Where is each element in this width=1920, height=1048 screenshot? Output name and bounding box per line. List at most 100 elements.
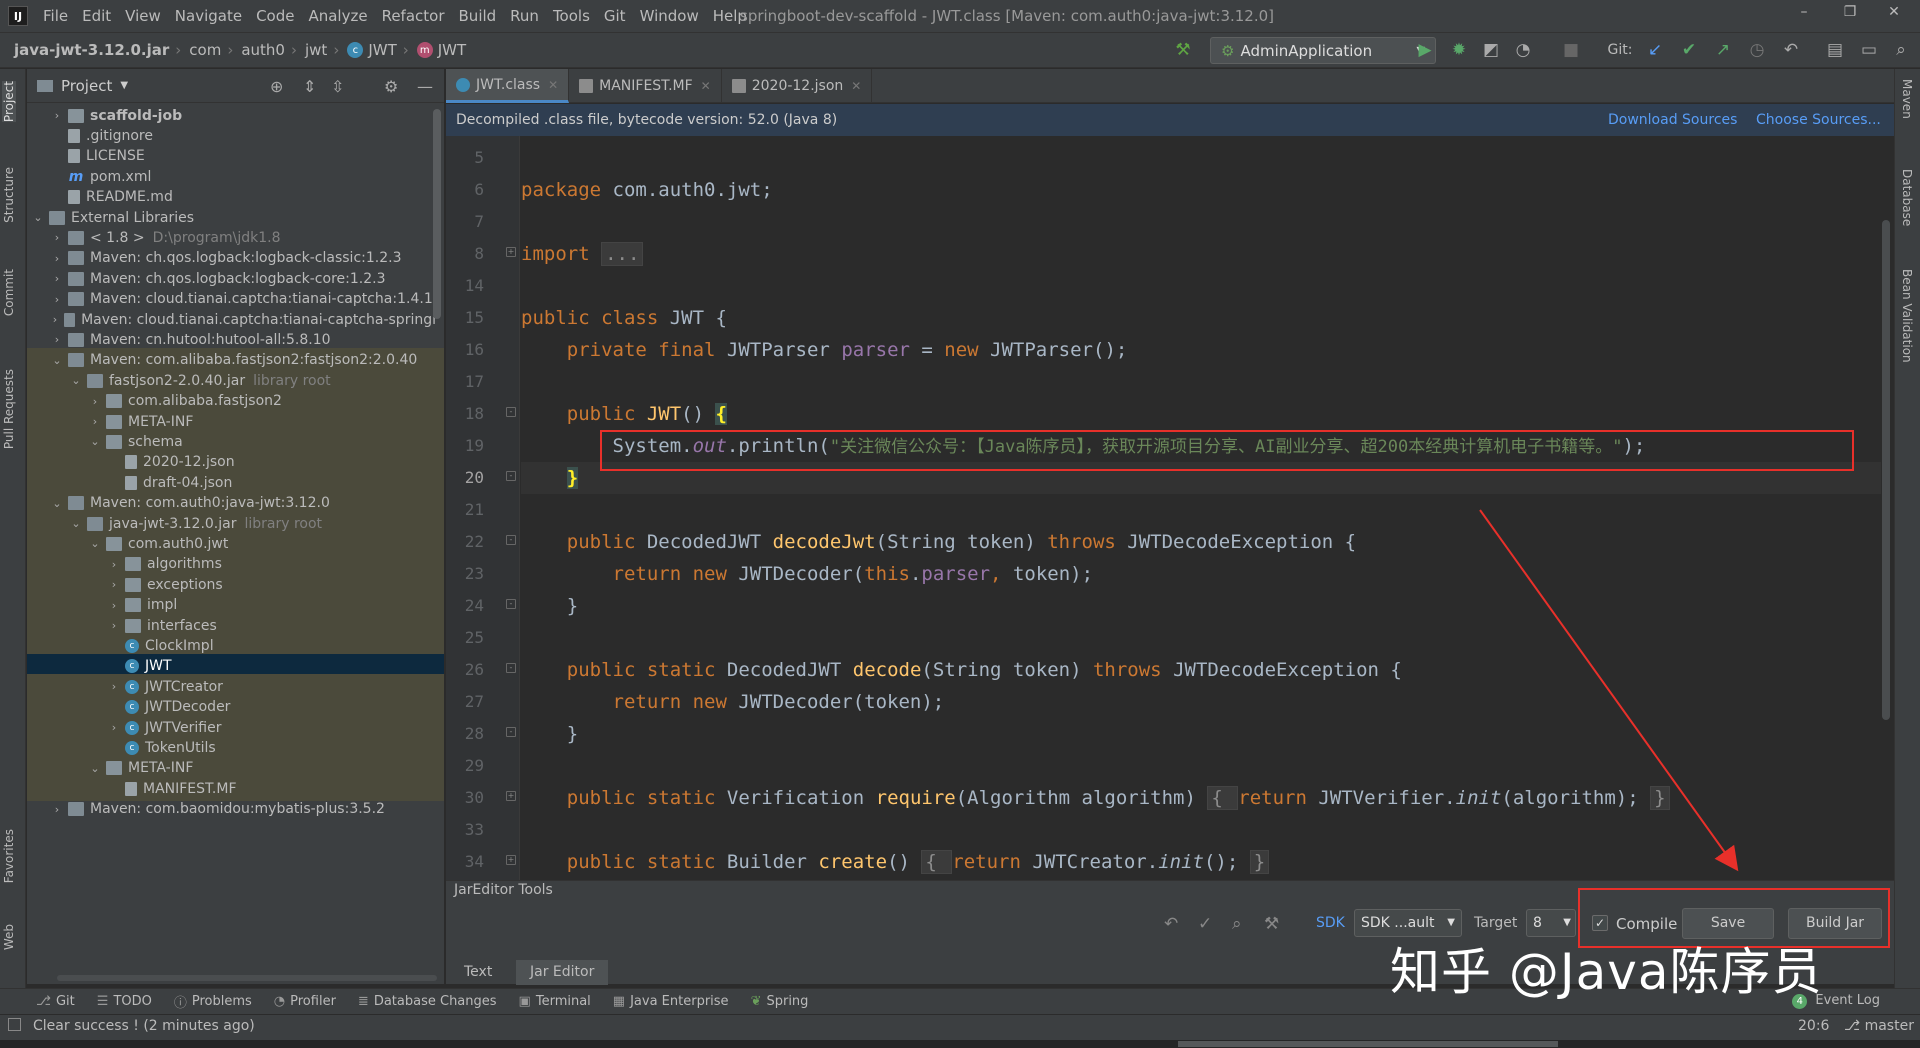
fold-marker-icon[interactable]: + — [506, 855, 516, 865]
locate-target-icon[interactable]: ⊕ — [270, 77, 283, 96]
tool-profiler[interactable]: ◔ Profiler — [274, 994, 336, 1009]
tab-structure[interactable]: Structure — [2, 167, 16, 223]
status-toggle-icon[interactable] — [8, 1018, 21, 1031]
git-update-icon[interactable]: ↙ — [1644, 39, 1666, 61]
close-window-button[interactable]: ✕ — [1874, 4, 1914, 26]
close-tab-icon[interactable]: ✕ — [701, 79, 711, 93]
chevron-right-icon[interactable]: › — [50, 252, 64, 265]
breadcrumb-jwt-class[interactable]: c JWT — [347, 41, 397, 59]
restore-button[interactable]: ❐ — [1830, 4, 1870, 26]
chevron-right-icon[interactable]: › — [50, 231, 64, 244]
tab-web[interactable]: Web — [2, 924, 16, 950]
breadcrumb-auth0[interactable]: auth0 — [241, 41, 285, 59]
fold-marker-icon[interactable]: + — [506, 247, 516, 257]
tool-database-changes[interactable]: ≣ Database Changes — [358, 994, 497, 1009]
menu-build[interactable]: Build — [452, 7, 504, 25]
breadcrumb-com[interactable]: com — [189, 41, 221, 59]
tree-horizontal-scrollbar[interactable] — [57, 975, 437, 981]
chevron-down-icon[interactable]: ⌄ — [88, 435, 102, 448]
chevron-right-icon[interactable]: › — [107, 680, 121, 693]
fold-marker-icon[interactable]: - — [506, 535, 516, 545]
menu-edit[interactable]: Edit — [75, 7, 118, 25]
chevron-right-icon[interactable]: › — [107, 721, 121, 734]
presentation-icon[interactable]: ▭ — [1858, 39, 1880, 61]
download-sources-link[interactable]: Download Sources — [1608, 112, 1737, 128]
chevron-right-icon[interactable]: › — [50, 293, 64, 306]
menu-navigate[interactable]: Navigate — [168, 7, 249, 25]
chevron-down-icon[interactable]: ⌄ — [50, 354, 64, 367]
history-icon[interactable]: ◷ — [1746, 39, 1768, 61]
fold-marker-icon[interactable]: + — [506, 791, 516, 801]
git-commit-icon[interactable]: ✔ — [1678, 39, 1700, 61]
chevron-right-icon[interactable]: › — [107, 578, 121, 591]
fold-marker-icon[interactable]: - — [506, 663, 516, 673]
menu-window[interactable]: Window — [633, 7, 706, 25]
search-icon[interactable]: ⌕ — [1890, 39, 1912, 61]
coverage-icon[interactable]: ◩ — [1480, 39, 1502, 61]
git-push-icon[interactable]: ↗ — [1712, 39, 1734, 61]
tab-maven[interactable]: Maven — [1900, 79, 1914, 119]
gear-icon[interactable]: ⚙ — [384, 77, 398, 96]
close-tab-icon[interactable]: ✕ — [548, 78, 558, 92]
git-branch-widget[interactable]: ⎇ master — [1844, 1018, 1914, 1034]
chevron-right-icon[interactable]: › — [50, 109, 64, 122]
expand-all-icon[interactable]: ⇕ — [303, 77, 316, 96]
menu-analyze[interactable]: Analyze — [301, 7, 374, 25]
tab-pull-requests[interactable]: Pull Requests — [2, 369, 16, 449]
tab-database[interactable]: Database — [1900, 169, 1914, 226]
tree-item[interactable]: › Maven: com.baomidou:mybatis-plus:3.5.2 — [27, 797, 444, 822]
tab-jwt-class[interactable]: JWT.class ✕ — [446, 69, 570, 103]
chevron-right-icon[interactable]: › — [50, 803, 64, 816]
undo-icon[interactable]: ↶ — [1164, 914, 1178, 934]
rollback-icon[interactable]: ↶ — [1780, 39, 1802, 61]
tab-commit[interactable]: Commit — [2, 269, 16, 316]
menu-code[interactable]: Code — [249, 7, 301, 25]
stop-icon[interactable]: ■ — [1560, 39, 1582, 61]
chevron-down-icon[interactable]: ⌄ — [88, 537, 102, 550]
tool-terminal[interactable]: ▣ Terminal — [519, 994, 591, 1009]
choose-sources-link[interactable]: Choose Sources... — [1756, 112, 1881, 128]
profile-icon[interactable]: ◔ — [1512, 39, 1534, 61]
tool-git[interactable]: ⎇ Git — [36, 994, 75, 1009]
menu-view[interactable]: View — [118, 7, 168, 25]
tab-2020-12-json[interactable]: 2020-12.json ✕ — [722, 69, 873, 103]
tool-java-enterprise[interactable]: ▦ Java Enterprise — [613, 994, 729, 1009]
run-icon[interactable]: ▶ — [1414, 39, 1436, 61]
chevron-down-icon[interactable]: ▼ — [120, 80, 128, 91]
fold-marker-icon[interactable]: - — [506, 407, 516, 417]
chevron-right-icon[interactable]: › — [50, 313, 60, 326]
breadcrumb-jwt-method[interactable]: m JWT — [416, 41, 466, 59]
build-tools-icon[interactable]: ⚒ — [1264, 914, 1279, 934]
close-tab-icon[interactable]: ✕ — [851, 79, 861, 93]
project-panel-title[interactable]: Project — [61, 77, 112, 95]
chevron-right-icon[interactable]: › — [88, 395, 102, 408]
chevron-right-icon[interactable]: › — [107, 599, 121, 612]
breadcrumb-jar[interactable]: java-jwt-3.12.0.jar — [14, 41, 169, 59]
chevron-right-icon[interactable]: › — [50, 333, 64, 346]
tree-scrollbar[interactable] — [433, 109, 441, 319]
debug-bug-icon[interactable]: ✹ — [1448, 39, 1470, 61]
tab-favorites[interactable]: Favorites — [2, 829, 16, 883]
fold-marker-icon[interactable]: - — [506, 599, 516, 609]
menu-run[interactable]: Run — [503, 7, 546, 25]
tab-jar-editor[interactable]: Jar Editor — [516, 960, 609, 985]
chevron-down-icon[interactable]: ⌄ — [31, 211, 45, 224]
fold-marker-icon[interactable]: - — [506, 471, 516, 481]
tab-bean-validation[interactable]: Bean Validation — [1900, 269, 1914, 363]
hide-panel-icon[interactable]: — — [417, 77, 433, 96]
code-editor[interactable]: package com.auth0.jwt; import ... public… — [521, 136, 1881, 880]
fold-marker-icon[interactable]: - — [506, 727, 516, 737]
build-hammer-icon[interactable]: ⚒ — [1172, 39, 1194, 61]
tab-text[interactable]: Text — [450, 960, 506, 985]
search-icon[interactable]: ⌕ — [1232, 914, 1242, 934]
minimize-button[interactable]: – — [1784, 4, 1824, 26]
project-structure-icon[interactable]: ▤ — [1824, 39, 1846, 61]
chevron-down-icon[interactable]: ⌄ — [69, 517, 83, 530]
chevron-right-icon[interactable]: › — [107, 619, 121, 632]
chevron-right-icon[interactable]: › — [50, 272, 64, 285]
format-icon[interactable]: ✓ — [1198, 914, 1212, 934]
chevron-down-icon[interactable]: ⌄ — [69, 374, 83, 387]
breadcrumb-jwt-package[interactable]: jwt — [305, 41, 327, 59]
chevron-right-icon[interactable]: › — [88, 415, 102, 428]
chevron-down-icon[interactable]: ⌄ — [50, 497, 64, 510]
